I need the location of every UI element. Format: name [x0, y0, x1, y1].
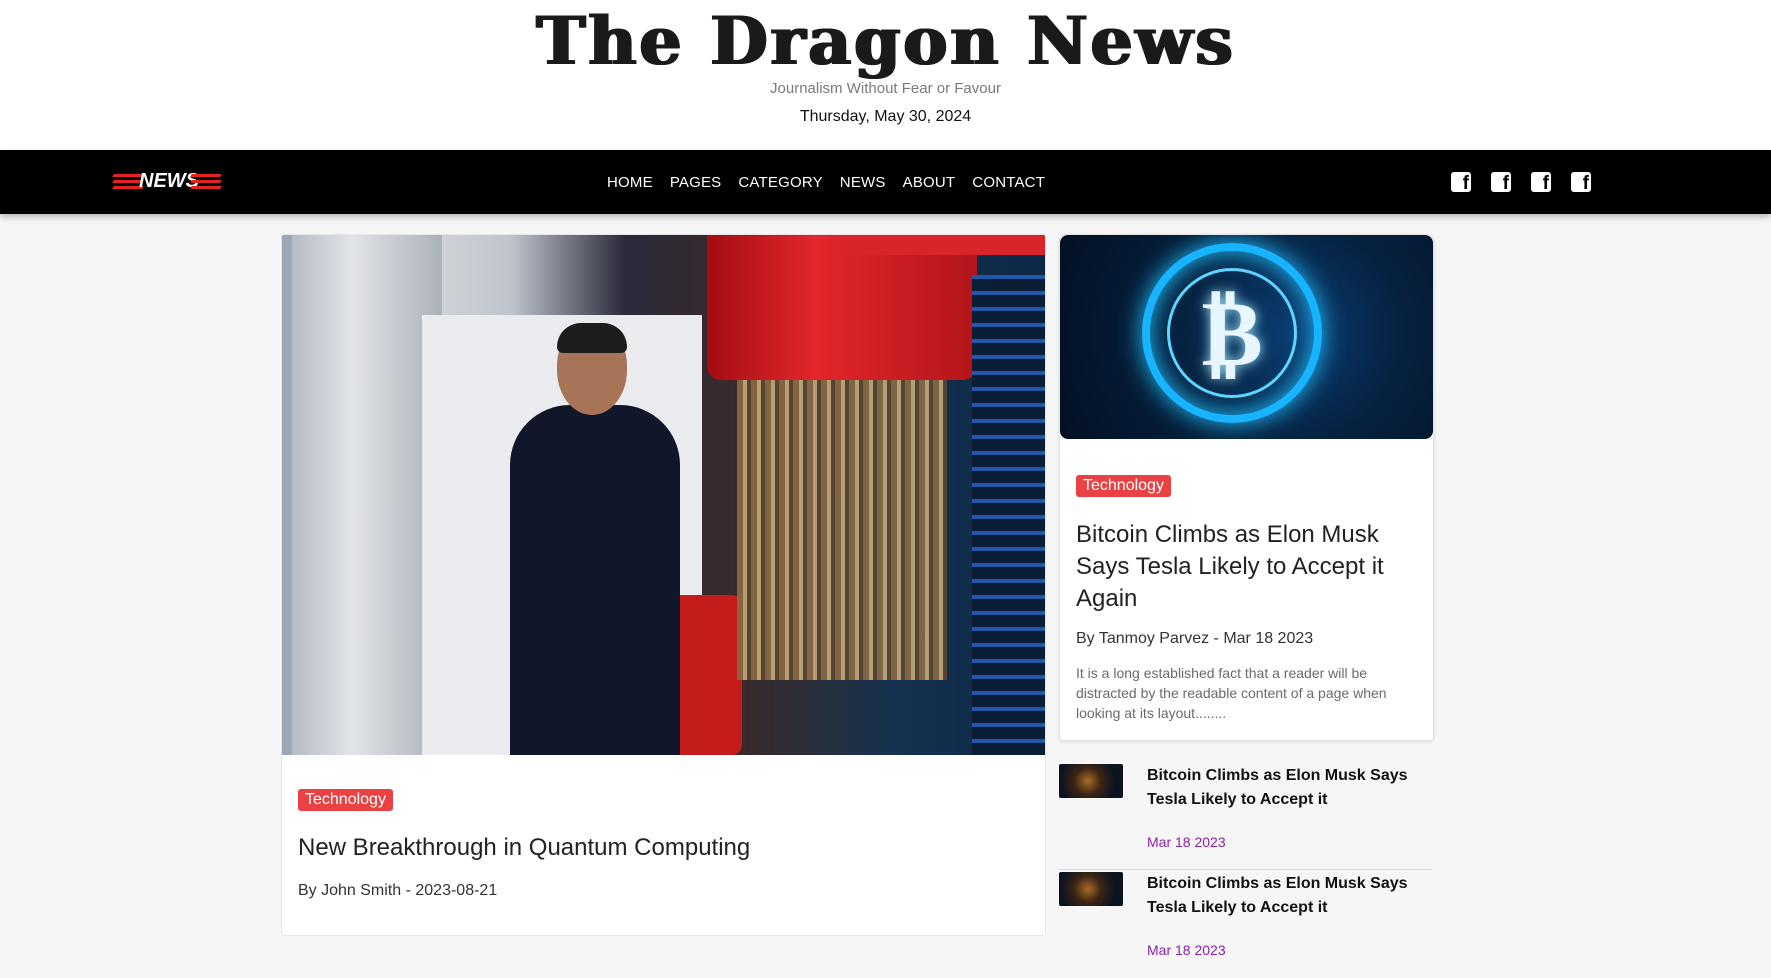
category-badge[interactable]: Technology [1076, 475, 1171, 497]
masthead: The Dragon News Journalism Without Fear … [0, 0, 1771, 150]
list-item-title[interactable]: Bitcoin Climbs as Elon Musk Says Tesla L… [1147, 872, 1427, 920]
site-tagline: Journalism Without Fear or Favour [770, 80, 1001, 97]
list-item-date: Mar 18 2023 [1147, 942, 1226, 958]
list-item[interactable]: Bitcoin Climbs as Elon Musk Says Tesla L… [1059, 872, 1432, 978]
nav-pages[interactable]: PAGES [670, 174, 722, 191]
featured-article-image[interactable] [282, 235, 1045, 755]
nav-news[interactable]: NEWS [840, 174, 886, 191]
nav-about[interactable]: ABOUT [903, 174, 956, 191]
list-item-thumbnail[interactable] [1059, 872, 1123, 906]
site-logo[interactable]: The Dragon News [0, 2, 1771, 80]
nav-menu: HOME PAGES CATEGORY NEWS ABOUT CONTACT [607, 150, 1045, 214]
list-item-title[interactable]: Bitcoin Climbs as Elon Musk Says Tesla L… [1147, 764, 1427, 812]
nav-home[interactable]: HOME [607, 174, 653, 191]
side-article-excerpt: It is a long established fact that a rea… [1076, 665, 1387, 721]
category-badge[interactable]: Technology [298, 789, 393, 811]
facebook-icon[interactable]: f [1531, 172, 1551, 194]
featured-article-title[interactable]: New Breakthrough in Quantum Computing [298, 834, 750, 862]
nav-contact[interactable]: CONTACT [972, 174, 1045, 191]
speed-stripes-right [190, 174, 222, 190]
divider [1059, 869, 1432, 870]
main-navbar: NEWS HOME PAGES CATEGORY NEWS ABOUT CONT… [0, 150, 1771, 214]
facebook-icon[interactable]: f [1571, 172, 1591, 194]
facebook-icon[interactable]: f [1491, 172, 1511, 194]
list-item-date: Mar 18 2023 [1147, 834, 1226, 850]
side-article-card[interactable]: ₿ Technology Bitcoin Climbs as Elon Musk… [1059, 234, 1434, 741]
bitcoin-article-image[interactable]: ₿ [1060, 235, 1433, 439]
news-brand-logo[interactable]: NEWS [112, 170, 223, 194]
nav-category[interactable]: CATEGORY [738, 174, 822, 191]
featured-article-card[interactable]: Technology New Breakthrough in Quantum C… [281, 234, 1046, 936]
facebook-icon[interactable]: f [1451, 172, 1471, 194]
side-article-title[interactable]: Bitcoin Climbs as Elon Musk Says Tesla L… [1076, 519, 1416, 615]
side-article-byline: By Tanmoy Parvez - Mar 18 2023 [1076, 630, 1314, 647]
current-date: Thursday, May 30, 2024 [799, 108, 972, 125]
featured-article-byline: By John Smith - 2023-08-21 [298, 882, 498, 899]
list-item-thumbnail[interactable] [1059, 764, 1123, 798]
social-links: f f f f [1451, 172, 1591, 194]
bitcoin-icon: ₿ [1201, 279, 1263, 387]
list-item[interactable]: Bitcoin Climbs as Elon Musk Says Tesla L… [1059, 764, 1432, 870]
